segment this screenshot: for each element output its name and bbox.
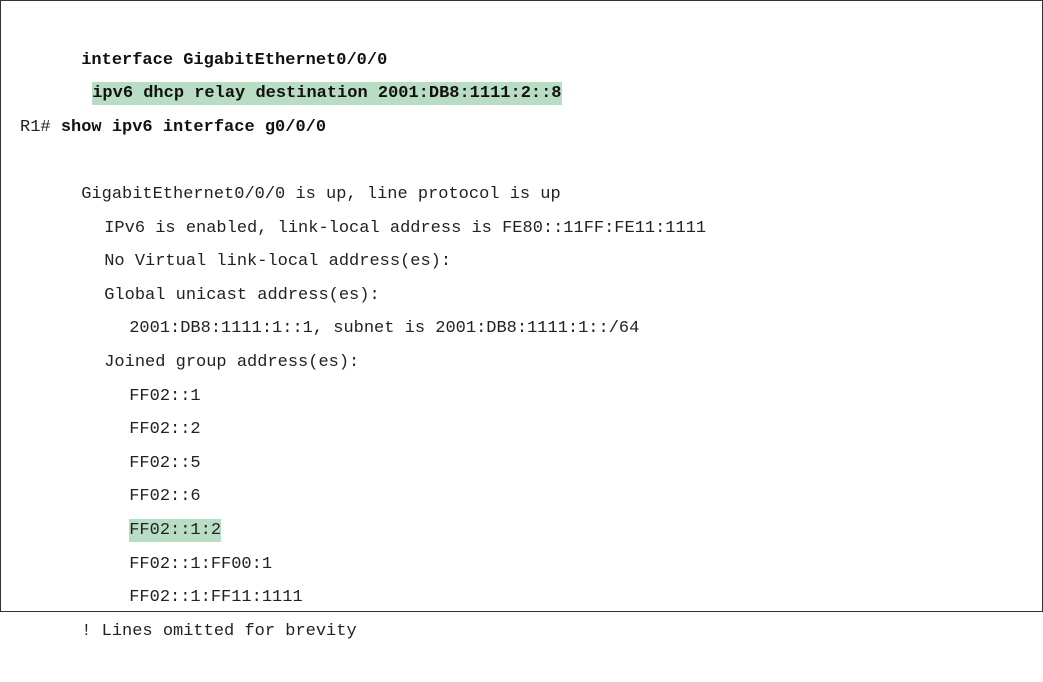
code-listing: interface GigabitEthernet0/0/0 ipv6 dhcp… [20,10,1032,641]
omitted-note: ! Lines omitted for brevity [81,621,357,641]
output-status: GigabitEthernet0/0/0 is up, line protoco… [81,184,561,204]
config-relay-text: ipv6 dhcp relay destination 2001:DB8:111… [92,82,562,106]
group-address: FF02::6 [129,487,201,507]
config-interface-line: interface GigabitEthernet0/0/0 [20,10,1032,70]
command-prompt: R1# [20,117,61,137]
output-virtual-ll: No Virtual link-local address(es): [104,252,452,272]
group-address-highlighted: FF02::1:2 [129,518,222,542]
output-status-line: GigabitEthernet0/0/0 is up, line protoco… [20,144,1032,204]
group-address: FF02::1:FF00:1 [129,554,273,574]
command-text: show ipv6 interface g0/0/0 [60,117,327,137]
output-global-unicast-header: Global unicast address(es): [104,285,380,305]
group-address: FF02::1:FF11:1111 [129,588,303,608]
config-interface-text: interface GigabitEthernet0/0/0 [81,50,388,70]
code-listing-frame: interface GigabitEthernet0/0/0 ipv6 dhcp… [0,0,1043,641]
output-joined-header: Joined group address(es): [104,352,360,372]
group-address: FF02::2 [129,420,201,440]
group-address: FF02::5 [129,453,201,473]
output-global-unicast-address: 2001:DB8:1111:1::1, subnet is 2001:DB8:1… [129,319,640,339]
group-address: FF02::1 [129,386,201,406]
output-ipv6-enabled: IPv6 is enabled, link-local address is F… [104,218,707,238]
command-line: R1# show ipv6 interface g0/0/0 [20,111,1032,145]
